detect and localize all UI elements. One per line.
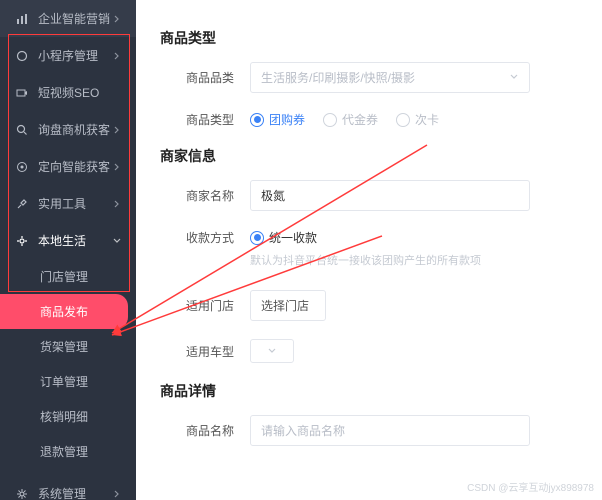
- bars-icon: [14, 11, 30, 27]
- radio-label: 代金券: [342, 111, 378, 128]
- radio-group-coupon[interactable]: 团购券: [250, 111, 305, 128]
- menu-label: 短视频SEO: [38, 84, 122, 101]
- input-merchant-name[interactable]: 极氮: [250, 180, 530, 211]
- sub-verify-detail[interactable]: 核销明细: [0, 399, 136, 434]
- menu-miniprogram[interactable]: 小程序管理: [0, 37, 136, 74]
- radio-group-type: 团购券 代金券 次卡: [250, 111, 578, 128]
- hint-collect: 默认为抖音平台统一接收该团购产生的所有款项: [250, 252, 578, 268]
- row-collect: 收款方式 统一收款: [160, 229, 578, 246]
- sub-shelf-manage[interactable]: 货架管理: [0, 329, 136, 364]
- section-product-type: 商品类型: [160, 28, 578, 48]
- sub-refund-manage[interactable]: 退款管理: [0, 434, 136, 469]
- label-car: 适用车型: [160, 343, 234, 360]
- radio-card[interactable]: 次卡: [396, 111, 439, 128]
- radio-collect-unified[interactable]: 统一收款: [250, 229, 317, 246]
- submenu-local-life: 门店管理 商品发布 货架管理 订单管理 核销明细 退款管理: [0, 259, 136, 469]
- row-car: 适用车型: [160, 339, 578, 363]
- row-product-name: 商品名称 请输入商品名称: [160, 415, 578, 446]
- select-category[interactable]: 生活服务/印刷摄影/快照/摄影: [250, 62, 530, 93]
- menu-enterprise-marketing[interactable]: 企业智能营销: [0, 0, 136, 37]
- menu-label: 系统管理: [38, 485, 112, 500]
- select-car[interactable]: [250, 339, 294, 363]
- row-store: 适用门店 选择门店: [160, 290, 578, 321]
- watermark: CSDN @云享互动jyx898978: [467, 479, 594, 494]
- section-merchant: 商家信息: [160, 146, 578, 166]
- menu-label: 询盘商机获客: [38, 121, 112, 138]
- sub-product-publish[interactable]: 商品发布: [0, 294, 128, 329]
- radio-label: 团购券: [269, 111, 305, 128]
- label-category: 商品品类: [160, 69, 234, 86]
- target-icon: [14, 159, 30, 175]
- cog-icon: [14, 486, 30, 500]
- main-content: 商品类型 商品品类 生活服务/印刷摄影/快照/摄影 商品类型 团购券 代金券 次…: [136, 0, 602, 500]
- label-product-name: 商品名称: [160, 422, 234, 439]
- radio-dot-icon: [250, 113, 264, 127]
- menu-label: 本地生活: [38, 232, 112, 249]
- select-store-button[interactable]: 选择门店: [250, 290, 326, 321]
- menu-label: 小程序管理: [38, 47, 112, 64]
- row-category: 商品品类 生活服务/印刷摄影/快照/摄影: [160, 62, 578, 93]
- gear-icon: [14, 233, 30, 249]
- chevron-right-icon: [112, 51, 122, 61]
- search-icon: [14, 122, 30, 138]
- chevron-right-icon: [112, 125, 122, 135]
- chevron-right-icon: [112, 489, 122, 499]
- sub-order-manage[interactable]: 订单管理: [0, 364, 136, 399]
- label-collect: 收款方式: [160, 229, 234, 246]
- label-type: 商品类型: [160, 111, 234, 128]
- chevron-down-icon: [112, 236, 122, 246]
- menu-system-manage[interactable]: 系统管理: [0, 475, 136, 500]
- sidebar: 企业智能营销 小程序管理 短视频SEO 询盘商机获客 定向智能获客 实用工具: [0, 0, 136, 500]
- row-merchant-name: 商家名称 极氮: [160, 180, 578, 211]
- menu-label: 定向智能获客: [38, 158, 112, 175]
- radio-label: 统一收款: [269, 229, 317, 246]
- menu-local-life[interactable]: 本地生活: [0, 222, 136, 259]
- input-product-name[interactable]: 请输入商品名称: [250, 415, 530, 446]
- chevron-right-icon: [112, 14, 122, 24]
- radio-dot-icon: [396, 113, 410, 127]
- video-icon: [14, 85, 30, 101]
- menu-tools[interactable]: 实用工具: [0, 185, 136, 222]
- menu-label: 企业智能营销: [38, 10, 112, 27]
- radio-dot-icon: [250, 231, 264, 245]
- menu-label: 实用工具: [38, 195, 112, 212]
- select-placeholder: 生活服务/印刷摄影/快照/摄影: [261, 69, 415, 86]
- row-type: 商品类型 团购券 代金券 次卡: [160, 111, 578, 128]
- wrench-icon: [14, 196, 30, 212]
- radio-voucher[interactable]: 代金券: [323, 111, 378, 128]
- menu-lead-inquiry[interactable]: 询盘商机获客: [0, 111, 136, 148]
- circle-icon: [14, 48, 30, 64]
- section-detail: 商品详情: [160, 381, 578, 401]
- sub-store-manage[interactable]: 门店管理: [0, 259, 136, 294]
- label-store: 适用门店: [160, 297, 234, 314]
- chevron-right-icon: [112, 199, 122, 209]
- radio-dot-icon: [323, 113, 337, 127]
- menu-short-video-seo[interactable]: 短视频SEO: [0, 74, 136, 111]
- chevron-right-icon: [112, 162, 122, 172]
- radio-label: 次卡: [415, 111, 439, 128]
- chevron-down-icon: [509, 71, 519, 85]
- menu-targeted-lead[interactable]: 定向智能获客: [0, 148, 136, 185]
- label-merchant-name: 商家名称: [160, 187, 234, 204]
